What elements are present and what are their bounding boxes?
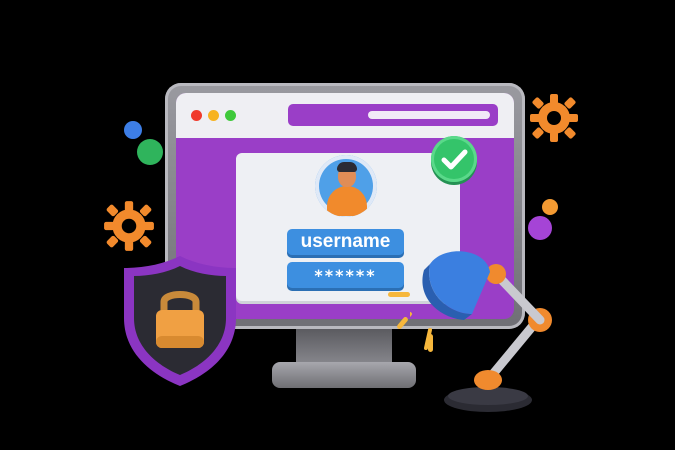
browser-toolbar: [176, 93, 514, 138]
light-ray: [428, 334, 433, 352]
user-avatar-icon: [315, 155, 377, 217]
password-field[interactable]: ******: [287, 262, 404, 288]
avatar-body: [327, 186, 367, 216]
check-icon: [441, 149, 468, 170]
address-bar-text-placeholder: [368, 111, 490, 119]
avatar-hair: [337, 162, 357, 172]
check-badge: [431, 136, 477, 182]
gear-icon: [104, 201, 154, 251]
window-close-dot[interactable]: [191, 110, 202, 121]
window-maximize-dot[interactable]: [225, 110, 236, 121]
green-sphere: [137, 139, 163, 165]
shield-icon: [124, 256, 236, 386]
login-security-illustration: username ******: [0, 0, 675, 450]
purple-sphere: [528, 216, 552, 240]
username-field[interactable]: username: [287, 229, 404, 255]
desk-lamp-icon: [410, 251, 552, 412]
address-bar[interactable]: [288, 104, 498, 126]
orange-sphere: [542, 199, 558, 215]
monitor-stand-base: [272, 362, 416, 388]
gear-icon: [530, 94, 578, 142]
window-minimize-dot[interactable]: [208, 110, 219, 121]
light-ray: [388, 292, 410, 297]
blue-sphere: [124, 121, 142, 139]
